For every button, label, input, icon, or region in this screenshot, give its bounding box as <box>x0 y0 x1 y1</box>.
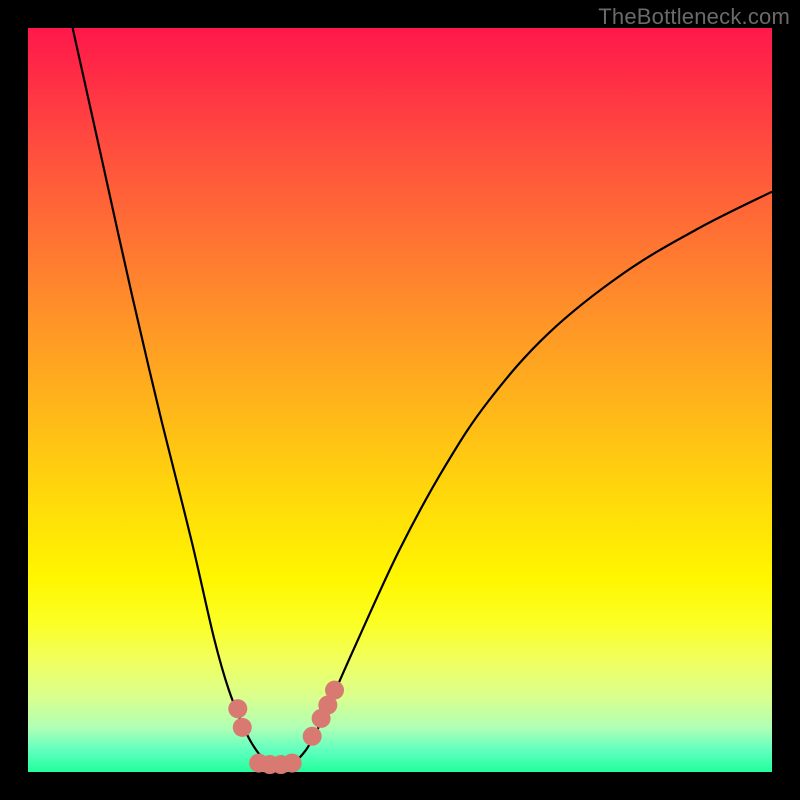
plot-area <box>28 28 772 772</box>
marker-point <box>228 699 247 718</box>
bottleneck-curve <box>73 28 772 765</box>
marker-point <box>325 681 344 700</box>
chart-frame: TheBottleneck.com <box>0 0 800 800</box>
marker-point <box>303 727 322 746</box>
marker-point <box>233 718 252 737</box>
curve-svg <box>28 28 772 772</box>
marker-point <box>283 754 302 773</box>
marker-group <box>228 681 344 774</box>
watermark-text: TheBottleneck.com <box>598 4 790 30</box>
